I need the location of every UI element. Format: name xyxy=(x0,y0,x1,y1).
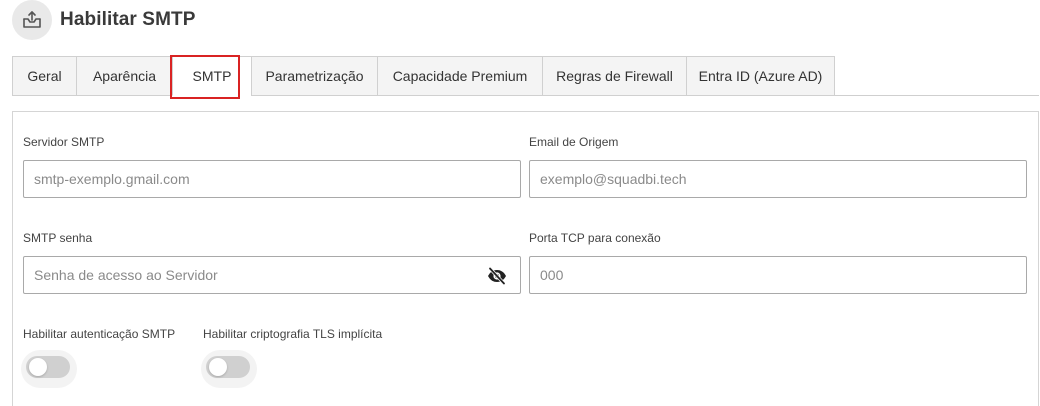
page-header: Habilitar SMTP xyxy=(12,0,195,40)
tls-toggle-knob xyxy=(209,358,227,376)
mail-export-icon xyxy=(12,0,52,40)
eye-slash-icon[interactable] xyxy=(487,267,507,285)
tcp-port-input[interactable] xyxy=(540,257,1026,293)
smtp-password-field[interactable] xyxy=(23,256,521,294)
page-title: Habilitar SMTP xyxy=(60,9,196,30)
tcp-port-label: Porta TCP para conexão xyxy=(529,231,661,245)
origin-email-input[interactable] xyxy=(540,161,1026,197)
tab-capacidade-premium[interactable]: Capacidade Premium xyxy=(377,56,542,96)
tab-smtp[interactable]: SMTP xyxy=(170,55,251,99)
tab-bar: Geral Aparência SMTP Parametrização Capa… xyxy=(12,55,1039,99)
tab-regras-de-firewall[interactable]: Regras de Firewall xyxy=(542,56,686,96)
tls-toggle[interactable] xyxy=(204,352,250,378)
smtp-server-field[interactable] xyxy=(23,160,521,198)
tab-parametrizacao[interactable]: Parametrização xyxy=(251,56,377,96)
tls-toggle-label: Habilitar criptografia TLS implícita xyxy=(203,327,383,341)
tcp-port-field[interactable] xyxy=(529,256,1027,294)
tab-entra-id[interactable]: Entra ID (Azure AD) xyxy=(686,56,835,96)
tab-aparencia[interactable]: Aparência xyxy=(76,56,172,96)
origin-email-field[interactable] xyxy=(529,160,1027,198)
tab-geral[interactable]: Geral xyxy=(12,56,76,96)
auth-toggle-label: Habilitar autenticação SMTP xyxy=(23,327,176,341)
smtp-server-label: Servidor SMTP xyxy=(23,135,105,149)
smtp-password-input[interactable] xyxy=(34,257,474,293)
origin-email-label: Email de Origem xyxy=(529,135,619,149)
smtp-settings-panel: Servidor SMTP Email de Origem SMTP senha… xyxy=(12,111,1039,406)
auth-toggle[interactable] xyxy=(24,352,70,378)
smtp-password-label: SMTP senha xyxy=(23,231,93,245)
auth-toggle-knob xyxy=(29,358,47,376)
smtp-server-input[interactable] xyxy=(34,161,520,197)
